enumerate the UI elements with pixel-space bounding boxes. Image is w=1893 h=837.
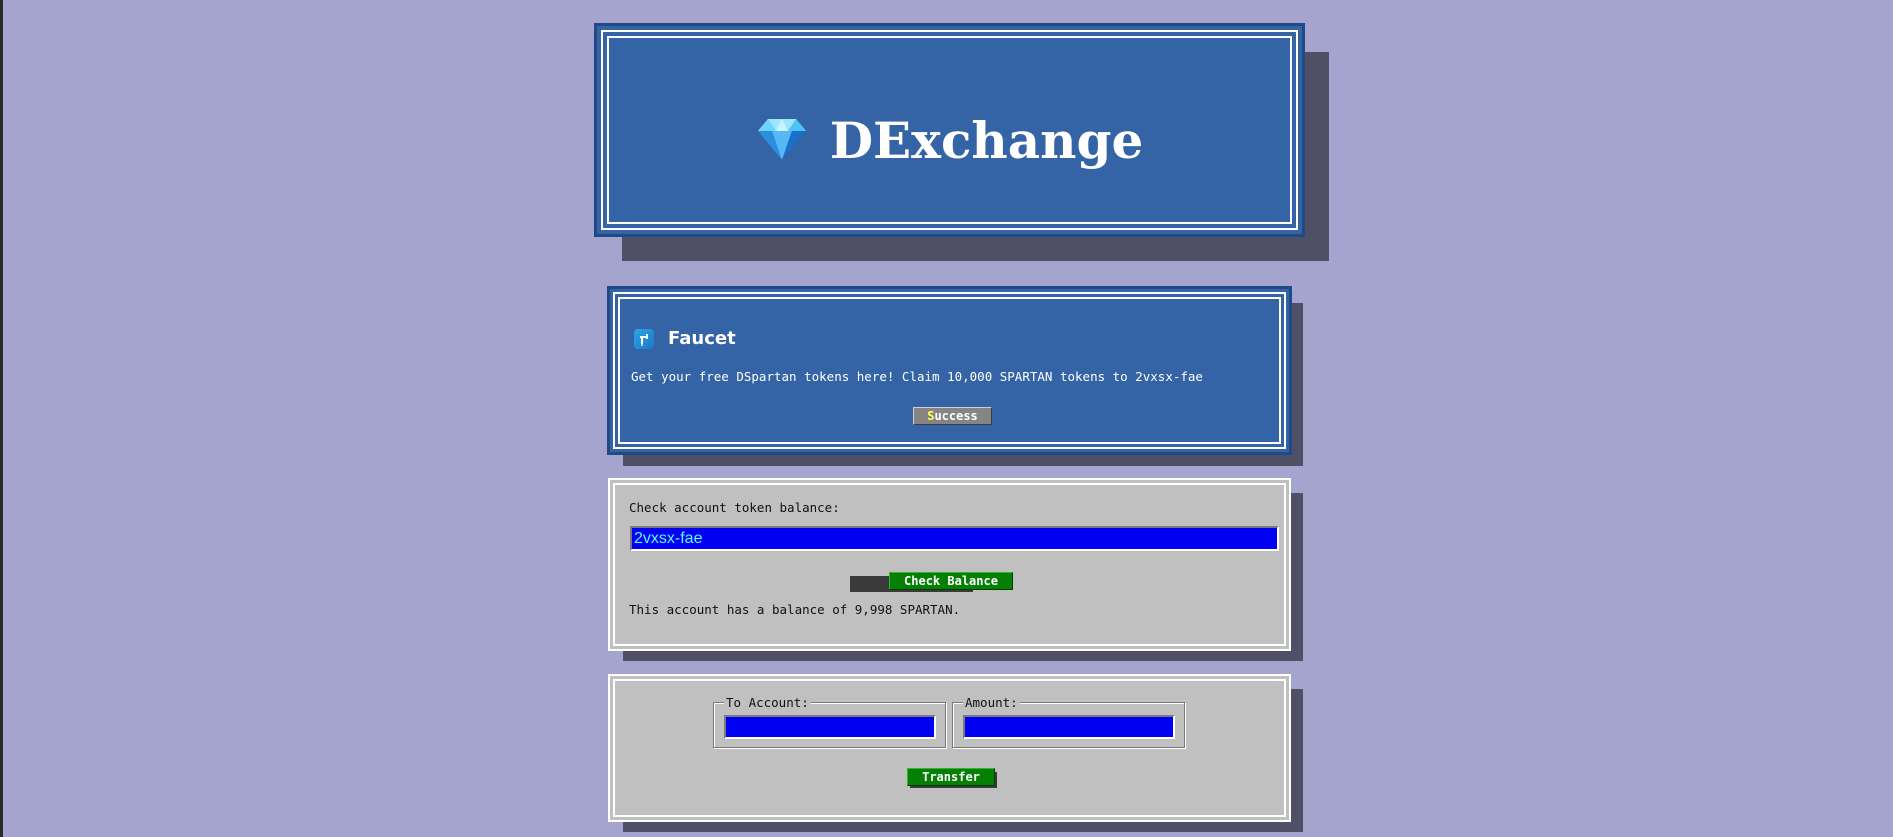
brand: DExchange (597, 111, 1302, 170)
faucet-heading: Faucet (634, 328, 736, 349)
to-account-label: To Account: (724, 695, 811, 710)
check-balance-button[interactable]: Check Balance (889, 572, 1013, 590)
faucet-panel: Faucet Get your free DSpartan tokens her… (607, 286, 1292, 455)
transfer-border-inner (613, 679, 1286, 817)
gem-icon (756, 117, 808, 165)
faucet-icon (634, 328, 654, 349)
faucet-description: Get your free DSpartan tokens here! Clai… (631, 369, 1203, 384)
to-account-input[interactable] (724, 715, 936, 739)
faucet-title: Faucet (668, 328, 736, 349)
app-title: DExchange (829, 111, 1144, 170)
balance-panel: Check account token balance: Check Balan… (608, 478, 1291, 651)
amount-fieldset: Amount: (952, 695, 1185, 748)
header-panel: DExchange (594, 23, 1305, 237)
amount-label: Amount: (963, 695, 1020, 710)
transfer-button[interactable]: Transfer (907, 768, 995, 786)
success-button-label: uccess (934, 409, 978, 423)
success-button[interactable]: Success (913, 407, 992, 425)
transfer-panel: To Account: Amount: Transfer (608, 674, 1291, 822)
success-button-hotkey: S (927, 409, 935, 423)
to-account-fieldset: To Account: (713, 695, 946, 748)
balance-label: Check account token balance: (629, 500, 840, 515)
amount-input[interactable] (963, 715, 1175, 739)
account-input[interactable] (630, 526, 1279, 551)
window-left-edge (0, 0, 3, 837)
balance-result: This account has a balance of 9,998 SPAR… (629, 602, 961, 617)
